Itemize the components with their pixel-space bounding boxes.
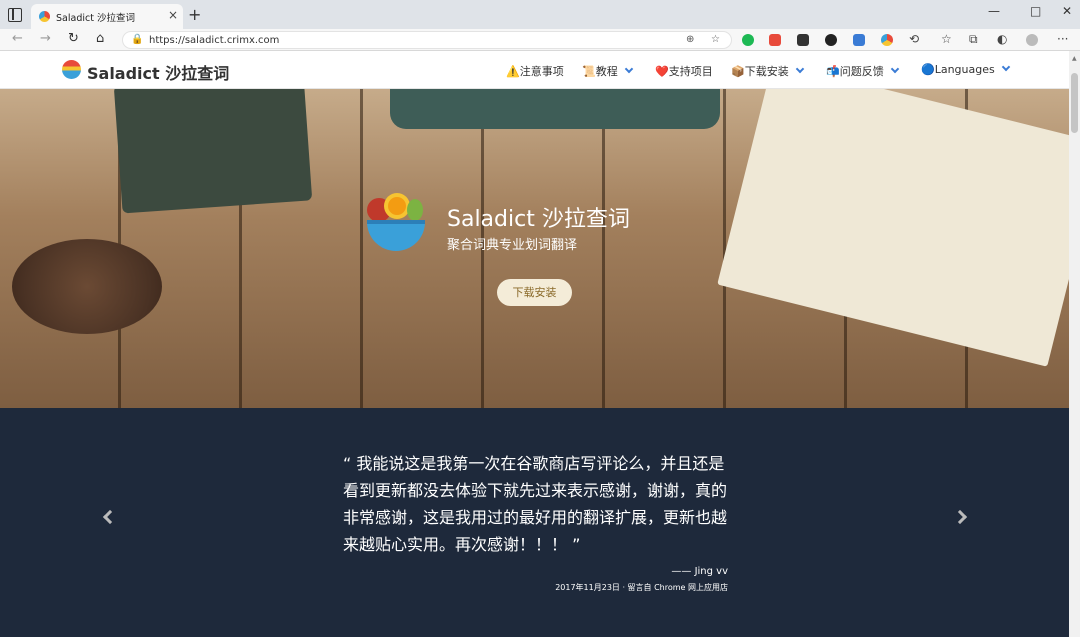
- url-bar[interactable]: 🔒 https://saladict.crimx.com ⊕ ☆: [122, 31, 732, 49]
- extension-mask-icon[interactable]: [825, 34, 837, 46]
- saladict-extension-icon[interactable]: [881, 34, 893, 46]
- hero-subtitle: 聚合词典专业划词翻译: [447, 238, 578, 253]
- chevron-down-icon: [890, 64, 899, 74]
- extension-reader-icon[interactable]: [797, 34, 809, 46]
- extensions-puzzle-icon[interactable]: ⟲: [909, 32, 919, 46]
- site-navbar: Saladict 沙拉查词 ⚠️注意事项 📜教程 ❤️支持项目 📦下载安装 📬问…: [0, 51, 1069, 89]
- favorites-icon[interactable]: ☆: [941, 32, 952, 46]
- tab-close-icon[interactable]: ×: [168, 8, 178, 22]
- browser-essentials-icon[interactable]: ◐: [997, 32, 1007, 46]
- nav-notes-label: ⚠️注意事项: [506, 65, 564, 78]
- nav-languages[interactable]: 🔵Languages: [921, 62, 1010, 76]
- nav-download[interactable]: 📦下载安装: [731, 63, 804, 79]
- forward-icon[interactable]: →: [40, 31, 51, 46]
- nav-languages-label: 🔵Languages: [921, 63, 995, 76]
- close-window-button[interactable]: ✕: [1062, 4, 1072, 18]
- url-text: https://saladict.crimx.com: [149, 35, 280, 46]
- scrollbar-thumb[interactable]: [1071, 73, 1078, 133]
- nav-support[interactable]: ❤️支持项目: [655, 63, 713, 79]
- profile-avatar-icon[interactable]: [1026, 34, 1038, 46]
- page-scrollbar[interactable]: ▲: [1069, 51, 1080, 637]
- home-icon[interactable]: ⌂: [96, 31, 104, 46]
- download-install-button[interactable]: 下载安装: [497, 279, 572, 306]
- hero-title: Saladict 沙拉查词: [447, 207, 630, 232]
- more-menu-icon[interactable]: ···: [1057, 32, 1068, 46]
- extension-blue-icon[interactable]: [853, 34, 865, 46]
- nav-support-label: ❤️支持项目: [655, 65, 713, 78]
- reload-icon[interactable]: ↻: [68, 31, 79, 46]
- chevron-right-icon[interactable]: [952, 509, 968, 525]
- lock-icon: 🔒: [131, 34, 144, 45]
- sidebar-toggle-icon[interactable]: [8, 8, 22, 22]
- extension-badge-icon[interactable]: [769, 34, 781, 46]
- chevron-down-icon: [795, 64, 804, 74]
- testimonial-meta: 2017年11月23日 · 留言自 Chrome 网上应用店: [555, 583, 728, 592]
- testimonial-quote: “ 我能说这是我第一次在谷歌商店写评论么，并且还是看到更新都没去体验下就先过来表…: [343, 454, 728, 554]
- maximize-button[interactable]: □: [1030, 4, 1041, 18]
- browser-tab-bar: Saladict 沙拉查词 × + — □ ✕: [0, 0, 1080, 29]
- pinecone-decoration: [12, 239, 162, 334]
- salad-bowl-icon: [367, 193, 425, 251]
- chevron-left-icon[interactable]: [102, 509, 118, 525]
- back-icon[interactable]: ←: [12, 31, 23, 46]
- tab-title: Saladict 沙拉查词: [56, 13, 135, 24]
- nav-feedback-label: 📬问题反馈: [826, 65, 884, 78]
- scroll-up-icon[interactable]: ▲: [1072, 55, 1077, 62]
- testimonial-carousel: “ 我能说这是我第一次在谷歌商店写评论么，并且还是看到更新都没去体验下就先过来表…: [0, 408, 1069, 637]
- nav-notes[interactable]: ⚠️注意事项: [506, 63, 564, 79]
- site-brand[interactable]: Saladict 沙拉查词: [87, 60, 229, 84]
- testimonial-author: —— Jing vv: [671, 566, 728, 577]
- browser-tab[interactable]: Saladict 沙拉查词 ×: [31, 4, 183, 29]
- extension-green-icon[interactable]: [742, 34, 754, 46]
- favorite-add-icon[interactable]: ☆: [711, 34, 720, 45]
- minimize-button[interactable]: —: [988, 4, 1000, 18]
- notebook-decoration: [717, 89, 1069, 367]
- book-decoration: [113, 89, 313, 214]
- nav-feedback[interactable]: 📬问题反馈: [826, 63, 899, 79]
- new-tab-button[interactable]: +: [188, 5, 201, 24]
- nav-tutorial-label: 📜教程: [582, 65, 618, 78]
- collections-icon[interactable]: ⧉: [969, 32, 978, 47]
- zoom-icon[interactable]: ⊕: [686, 34, 694, 45]
- saladict-favicon-icon: [39, 11, 50, 22]
- chevron-down-icon: [624, 64, 633, 74]
- nav-download-label: 📦下载安装: [731, 65, 789, 78]
- nav-tutorial[interactable]: 📜教程: [582, 63, 633, 79]
- chevron-down-icon: [1001, 62, 1010, 72]
- hero-banner: Saladict 沙拉查词 聚合词典专业划词翻译 下载安装: [0, 89, 1069, 408]
- typewriter-decoration: [390, 89, 720, 129]
- saladict-logo-icon[interactable]: [62, 60, 81, 79]
